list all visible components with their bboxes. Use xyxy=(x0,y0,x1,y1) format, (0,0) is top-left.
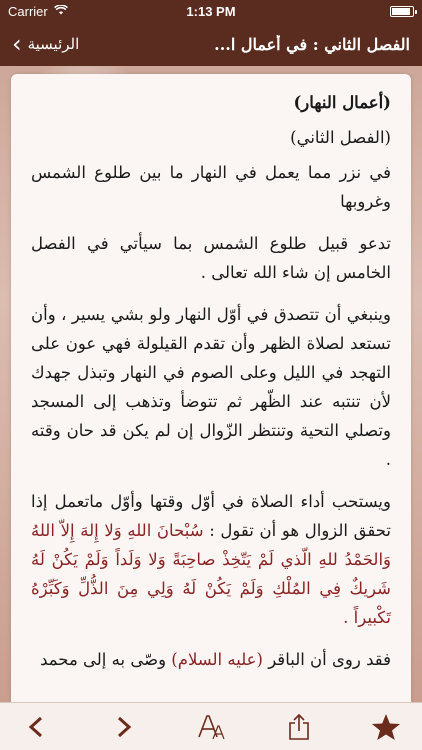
wifi-icon xyxy=(53,4,68,18)
back-label: الرئيسية xyxy=(27,35,80,53)
chevron-left-icon xyxy=(27,716,45,738)
paragraph-4: ويستحب أداء الصلاة في أوّل وقتها وأوّل م… xyxy=(31,487,391,632)
share-icon xyxy=(288,713,310,741)
bottom-toolbar xyxy=(0,702,422,750)
nav-bar: ‹ الرئيسية الفصل الثاني : في أعمال ا... xyxy=(0,22,422,66)
battery-level xyxy=(392,7,410,15)
honorific-quote: (عليه السلام) xyxy=(171,650,263,669)
status-bar: Carrier 1:13 PM xyxy=(0,0,422,22)
paragraph-5: فقد روى أن الباقر (عليه السلام) وصّى به … xyxy=(31,645,391,674)
section-heading: (أعمال النهار) xyxy=(293,93,391,112)
star-icon xyxy=(371,713,401,741)
battery-icon xyxy=(390,5,417,17)
next-button[interactable] xyxy=(104,707,144,747)
paragraph-2: تدعو قبيل طلوع الشمس بما سيأتي في الفصل … xyxy=(31,234,391,282)
carrier-label: Carrier xyxy=(8,3,48,19)
paragraph-5-text: فقد روى أن الباقر xyxy=(262,650,391,669)
font-size-icon xyxy=(196,713,226,741)
back-button[interactable]: ‹ الرئيسية xyxy=(12,32,79,56)
content-card: (أعمال النهار) (الفصل الثاني) في نزر مما… xyxy=(11,74,411,702)
chapter-subheading: (الفصل الثاني) xyxy=(290,128,391,147)
previous-button[interactable] xyxy=(16,707,56,747)
favorite-button[interactable] xyxy=(366,707,406,747)
paragraph-3: وينبغي أن تتصدق في أوّل النهار ولو بشي ي… xyxy=(31,305,391,469)
chevron-right-icon xyxy=(115,716,133,738)
page-title: الفصل الثاني : في أعمال ا... xyxy=(214,34,410,54)
chevron-left-icon: ‹ xyxy=(12,30,22,58)
paragraph-1: في نزر مما يعمل في النهار ما بين طلوع ال… xyxy=(31,163,391,211)
font-size-button[interactable] xyxy=(191,707,231,747)
paragraph-5-text-2: وصّى به إلى محمد xyxy=(40,650,172,669)
reading-content[interactable]: (أعمال النهار) (الفصل الثاني) في نزر مما… xyxy=(11,74,411,674)
share-button[interactable] xyxy=(279,707,319,747)
